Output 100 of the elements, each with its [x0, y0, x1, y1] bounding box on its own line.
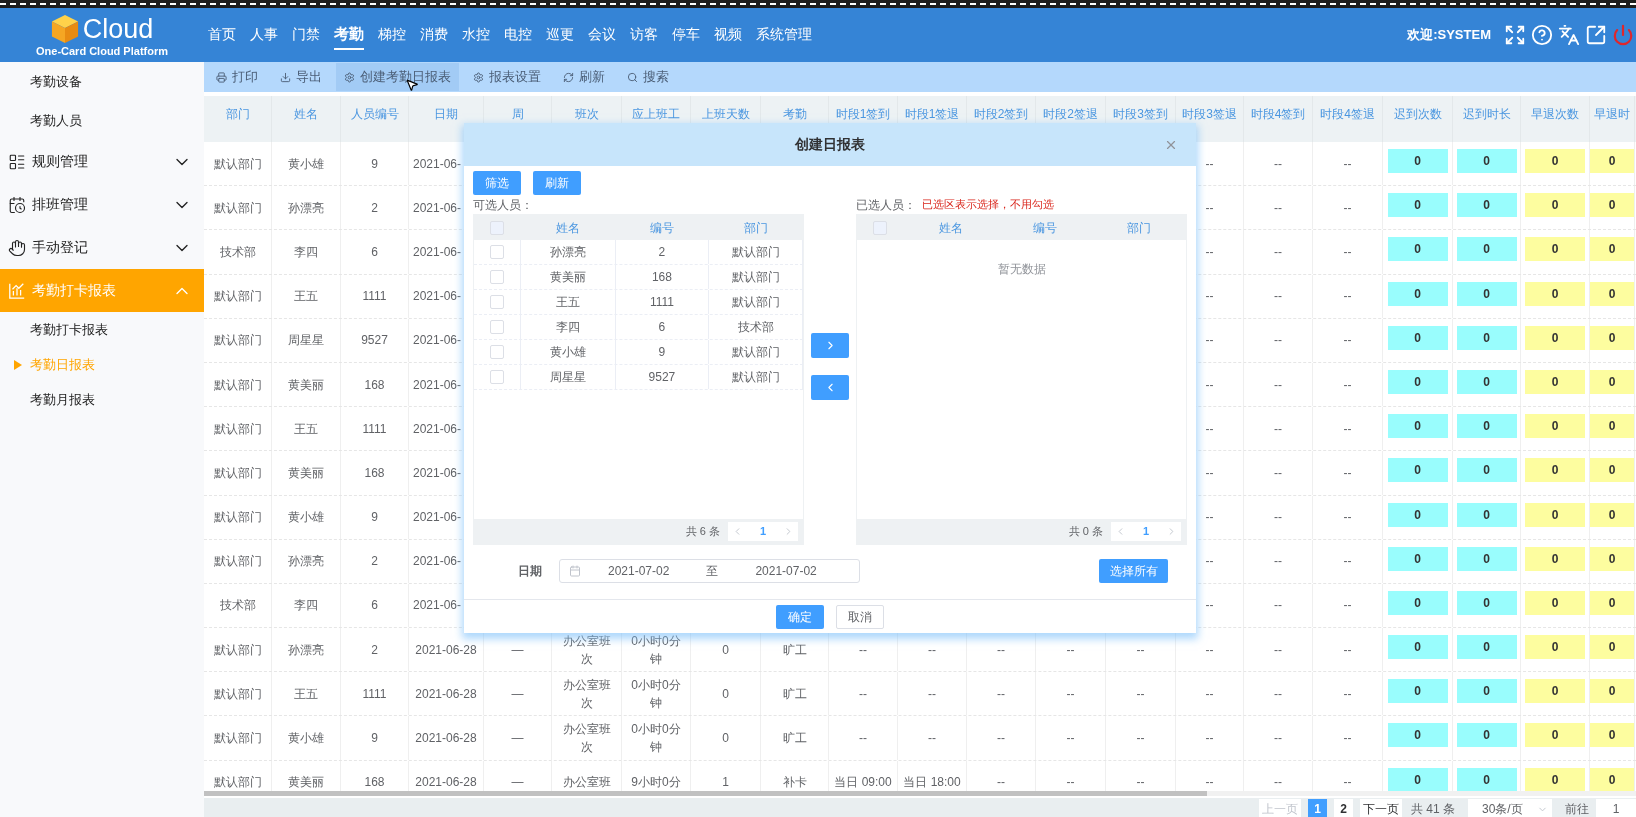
table-cell-text: --: [1205, 376, 1214, 394]
page-size-select[interactable]: 30条/页: [1468, 799, 1552, 817]
goto-label: 前往: [1565, 801, 1589, 817]
table-cell-text: --: [1343, 243, 1352, 261]
page-number[interactable]: 1: [759, 523, 767, 540]
available-label: 可选人员：: [473, 196, 534, 214]
table-cell-text: 旷工: [782, 730, 807, 748]
table-cell-text: 默认部门: [213, 730, 262, 748]
nav-tab[interactable]: 考勤: [334, 20, 364, 50]
toolbar-button[interactable]: 报表设置: [465, 63, 549, 91]
sidebar-item[interactable]: 考勤月报表: [0, 382, 204, 417]
table-cell-text: 2021-06-: [413, 464, 462, 482]
nav-tab[interactable]: 系统管理: [756, 20, 812, 50]
filter-button[interactable]: 刷新: [533, 171, 581, 195]
nav-tab[interactable]: 梯控: [378, 20, 406, 50]
filter-button[interactable]: 筛选: [473, 171, 521, 195]
count-cell: 0: [1525, 237, 1585, 262]
nav-tab[interactable]: 门禁: [292, 20, 320, 50]
confirm-button[interactable]: 确定: [776, 605, 824, 629]
table-cell-text: 周星星: [288, 332, 324, 350]
checkbox[interactable]: [489, 345, 504, 359]
column-header: 姓名: [294, 106, 318, 123]
nav-tab[interactable]: 首页: [208, 20, 236, 50]
table-cell-text: 2021-06-28: [415, 730, 477, 748]
date-range-field[interactable]: 2021-07-02 至 2021-07-02: [559, 559, 860, 583]
nav-tab[interactable]: 巡更: [546, 20, 574, 50]
sidebar-group[interactable]: 手动登记: [0, 226, 204, 269]
checkbox[interactable]: [489, 295, 504, 309]
sidebar-item[interactable]: 考勤打卡报表: [0, 312, 204, 347]
help-icon[interactable]: [1531, 24, 1553, 46]
toolbar-button[interactable]: 打印: [208, 63, 266, 91]
table-cell-text: --: [1343, 553, 1352, 571]
column-header: 时段2签退: [1043, 106, 1098, 123]
page-button[interactable]: 2: [1334, 799, 1353, 817]
count-cell: 0: [1590, 767, 1634, 791]
count-cell: 0: [1590, 590, 1634, 615]
count-cell: 0: [1590, 193, 1634, 218]
printer-icon: [216, 71, 227, 83]
page-input[interactable]: 1: [1596, 799, 1636, 817]
sidebar-group[interactable]: 考勤打卡报表: [0, 269, 204, 312]
table-cell-text: 默认部门: [213, 288, 262, 306]
table-cell-text: --: [1343, 641, 1352, 659]
logo-icon: [50, 14, 79, 44]
nav-tab[interactable]: 访客: [630, 20, 658, 50]
checkbox[interactable]: [489, 320, 504, 334]
table-cell-text: 王五: [294, 685, 318, 703]
count-cell: 0: [1387, 635, 1448, 660]
move-left-button[interactable]: [811, 375, 849, 400]
table-cell-text: 孙漂亮: [549, 244, 586, 261]
fullscreen-icon[interactable]: [1504, 24, 1526, 46]
nav-tab[interactable]: 视频: [714, 20, 742, 50]
translate-icon[interactable]: [1558, 24, 1580, 46]
nav-tab[interactable]: 停车: [672, 20, 700, 50]
count-cell: 0: [1590, 546, 1634, 571]
column-header: 编号: [1033, 219, 1058, 237]
table-cell-text: 默认部门: [731, 344, 780, 361]
table-cell-text: 1111: [362, 420, 387, 438]
table-cell-text: 李四: [294, 243, 318, 261]
move-right-button[interactable]: [811, 333, 849, 358]
count-cell: 0: [1590, 414, 1634, 439]
cancel-button[interactable]: 取消: [836, 605, 884, 629]
count-cell: 0: [1590, 458, 1634, 483]
table-cell-text: --: [1343, 155, 1352, 173]
nav-tab[interactable]: 水控: [462, 20, 490, 50]
count-cell: 0: [1590, 502, 1634, 527]
count-cell: 0: [1456, 590, 1517, 615]
table-cell-text: 王五: [555, 294, 580, 311]
toolbar-button[interactable]: 导出: [272, 63, 330, 91]
toolbar-button[interactable]: 刷新: [555, 63, 613, 91]
page-button[interactable]: 1: [1308, 799, 1327, 817]
count-cell: 0: [1525, 369, 1585, 394]
table-cell-text: 168: [651, 269, 672, 286]
column-header: 部门: [225, 106, 250, 123]
sidebar-group[interactable]: 规则管理: [0, 140, 204, 183]
page-number[interactable]: 1: [1142, 523, 1150, 540]
column-header: 部门: [1127, 219, 1152, 237]
sidebar-group[interactable]: 排班管理: [0, 183, 204, 226]
checkbox[interactable]: [489, 370, 504, 384]
toolbar-button[interactable]: 搜索: [619, 63, 677, 91]
table-cell-text: --: [1274, 685, 1282, 703]
nav-tab[interactable]: 电控: [504, 20, 532, 50]
select-all-button[interactable]: 选择所有: [1099, 559, 1168, 583]
nav-tab[interactable]: 消费: [420, 20, 448, 50]
close-icon[interactable]: [1164, 138, 1178, 152]
scrollbar[interactable]: [204, 791, 1207, 796]
sidebar-item[interactable]: 考勤人员: [0, 101, 204, 140]
external-link-icon[interactable]: [1585, 24, 1607, 46]
count-cell: 0: [1387, 767, 1448, 791]
power-icon[interactable]: [1612, 24, 1634, 46]
nav-tab[interactable]: 人事: [250, 20, 278, 50]
nav-tab[interactable]: 会议: [588, 20, 616, 50]
sidebar-item[interactable]: 考勤设备: [0, 62, 204, 101]
table-cell-text: --: [928, 641, 936, 659]
count-cell: 0: [1525, 281, 1585, 306]
table-cell-text: 2021-06-: [413, 509, 462, 527]
checkbox[interactable]: [489, 270, 504, 284]
checkbox[interactable]: [489, 245, 504, 259]
count-cell: 0: [1590, 325, 1634, 350]
next-page-button[interactable]: 下一页: [1360, 799, 1402, 817]
triangle-icon: [14, 359, 22, 370]
